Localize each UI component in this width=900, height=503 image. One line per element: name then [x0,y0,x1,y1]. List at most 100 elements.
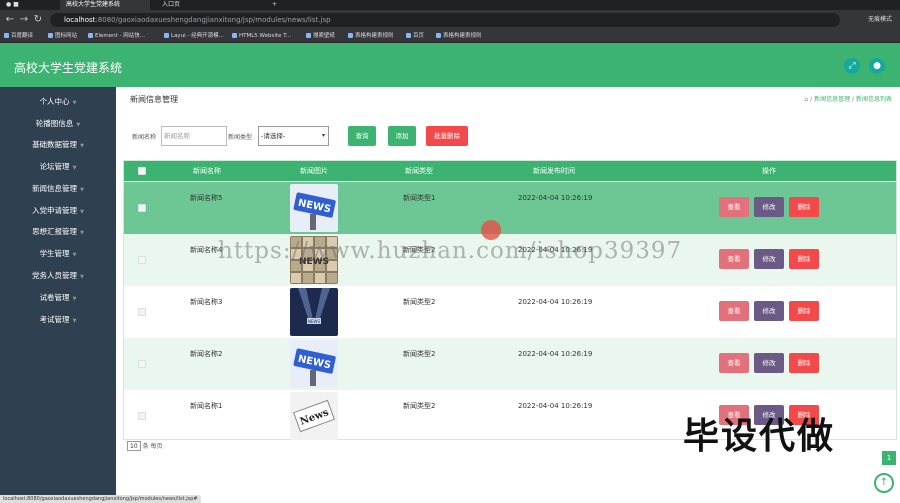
sidebar-item-students[interactable]: 学生管理 ▼ [0,244,116,264]
news-name-cell: 新闻名称1 [190,402,223,410]
chevron-down-icon: ▼ [80,274,84,280]
news-type-cell: 新闻类型2 [403,298,436,306]
sidebar-item-papers[interactable]: 试卷管理 ▼ [0,288,116,308]
bookmark-item[interactable]: HTML5 Website T... [232,30,291,43]
news-table: 新闻名称 新闻图片 新闻类型 新闻发布时间 操作 新闻名称5 NEWS 新闻类型1 2… [123,160,897,440]
news-name-cell: 新闻名称3 [190,298,223,306]
edit-button[interactable]: 修改 [754,197,784,217]
chevron-down-icon: ▼ [80,209,84,215]
reload-icon[interactable]: ↻ [32,14,44,26]
edit-button[interactable]: 修改 [754,353,784,373]
view-button[interactable]: 查看 [719,353,749,373]
bookmark-icon [88,33,93,38]
profile-label[interactable]: 无痕模式 [868,14,892,26]
sidebar: 个人中心 ▼ 轮播图信息 ▼ 基础数据管理 ▼ 论坛管理 ▼ 新闻信息管理 ▼ 入党申请管… [0,87,116,503]
back-to-top-icon[interactable]: ↑ [874,473,894,493]
chevron-down-icon: ▼ [72,165,77,171]
bookmark-item[interactable]: 表格构建表规则 [348,30,394,43]
news-type-select[interactable]: -请选择- ▾ [258,126,329,146]
news-name-input[interactable]: 新闻名称 [161,126,227,146]
url-input[interactable]: localhost:8080/gaoxiaodaxueshengdangjian… [50,13,840,27]
table-row[interactable]: 新闻名称2 NEWS 新闻类型2 2022-04-04 10:26:19 查看 修改 删除 [124,338,896,390]
news-type-label: 新闻类型 [228,134,253,141]
edit-button[interactable]: 修改 [754,301,784,321]
promo-stamp-text: 毕设代做 [683,416,836,457]
news-time-cell: 2022-04-04 10:26:19 [518,194,593,202]
table-row[interactable]: 新闻名称3 NEWS 新闻类型2 2022-04-04 10:26:19 查看 修改 删除 [124,286,896,338]
row-checkbox[interactable] [138,204,146,212]
bookmark-item[interactable]: 表格构建表规则 [436,30,482,43]
chevron-down-icon: ▼ [76,122,81,128]
delete-button[interactable]: 删除 [789,301,819,321]
row-checkbox[interactable] [138,308,146,316]
sidebar-item-carousel[interactable]: 轮播图信息 ▼ [0,114,116,134]
new-tab-button[interactable]: + [266,0,280,10]
chevron-down-icon: ▼ [72,252,77,258]
delete-button[interactable]: 删除 [789,249,819,269]
batch-delete-button[interactable]: 批量删除 [426,126,468,146]
bookmark-icon [348,33,353,38]
bookmark-item[interactable]: Element - 网站快... [88,30,145,43]
app-title: 高校大学生党建系统 [14,61,123,75]
back-icon[interactable]: ← [4,14,16,26]
browser-tab-bar: ● ■ 高校大学生党建系统 入口页 + [0,0,900,10]
bookmark-item[interactable]: 百度翻译 [4,30,33,43]
news-time-cell: 2022-04-04 10:26:19 [518,402,593,410]
cursor-highlight [481,220,501,240]
news-name-cell: 新闻名称5 [190,194,223,202]
table-row[interactable]: 新闻名称5 NEWS 新闻类型1 2022-04-04 10:26:19 查看 修改 删除 [124,182,896,234]
row-checkbox[interactable] [138,256,146,264]
row-checkbox[interactable] [138,412,146,420]
sidebar-item-exams[interactable]: 考试管理 ▼ [0,310,116,330]
news-name-cell: 新闻名称2 [190,350,223,358]
bookmark-icon [406,33,411,38]
query-button[interactable]: 查询 [348,126,376,146]
chevron-down-icon: ▼ [80,230,84,236]
bookmark-icon [4,33,9,38]
chevron-down-icon: ▼ [72,100,77,106]
news-image: NEWS [290,288,338,336]
sidebar-item-forum[interactable]: 论坛管理 ▼ [0,157,116,177]
chevron-down-icon: ▼ [72,318,77,324]
news-type-cell: 新闻类型2 [403,402,436,410]
breadcrumb-item[interactable]: 新闻信息管理 [814,96,850,103]
news-image: News [290,392,338,440]
breadcrumb-item[interactable]: 新闻信息列表 [856,96,892,103]
expand-icon[interactable]: ⤢ [844,58,860,74]
row-checkbox[interactable] [138,360,146,368]
bookmark-item[interactable]: Layui - 经典开源模... [164,30,224,43]
sidebar-item-news[interactable]: 新闻信息管理 ▼ [0,179,116,199]
news-image: NEWS [290,184,338,232]
select-all-checkbox[interactable] [138,167,146,175]
browser-controls: ● ■ [6,1,19,8]
view-button[interactable]: 查看 [719,301,749,321]
sidebar-item-party-application[interactable]: 入党申请管理 ▼ [0,201,116,221]
page-size-select[interactable]: 10 [127,441,141,451]
browser-tab-active[interactable]: 高校大学生党建系统 [60,0,150,10]
bookmark-icon [306,33,311,38]
address-bar-row: ← → ↻ localhost:8080/gaoxiaodaxueshengda… [0,10,900,30]
breadcrumb: ⌂ / 新闻信息管理 / 新闻信息列表 [804,96,892,103]
add-button[interactable]: 添加 [388,126,416,146]
view-button[interactable]: 查看 [719,197,749,217]
chevron-down-icon: ▼ [80,187,84,193]
view-button[interactable]: 查看 [719,249,749,269]
delete-button[interactable]: 删除 [789,353,819,373]
bookmark-icon [48,33,53,38]
sidebar-item-personal-center[interactable]: 个人中心 ▼ [0,92,116,112]
sidebar-item-thought-report[interactable]: 思想汇报管理 ▼ [0,222,116,242]
browser-tab[interactable]: 入口页 [156,0,246,10]
sidebar-item-base-data[interactable]: 基础数据管理 ▼ [0,135,116,155]
news-time-cell: 2022-04-04 10:26:19 [518,350,593,358]
delete-button[interactable]: 删除 [789,197,819,217]
user-icon[interactable]: ● [869,58,885,74]
bookmark-icon [436,33,441,38]
sidebar-item-party-staff[interactable]: 党务人员管理 ▼ [0,266,116,286]
bookmark-item[interactable]: 图标网站 [48,30,77,43]
edit-button[interactable]: 修改 [754,249,784,269]
forward-icon[interactable]: → [18,14,30,26]
bookmark-item[interactable]: 搜索壁纸 [306,30,335,43]
page-number-button[interactable]: 1 [882,451,896,465]
home-icon[interactable]: ⌂ [804,96,808,103]
bookmark-item[interactable]: 百页 [406,30,424,43]
